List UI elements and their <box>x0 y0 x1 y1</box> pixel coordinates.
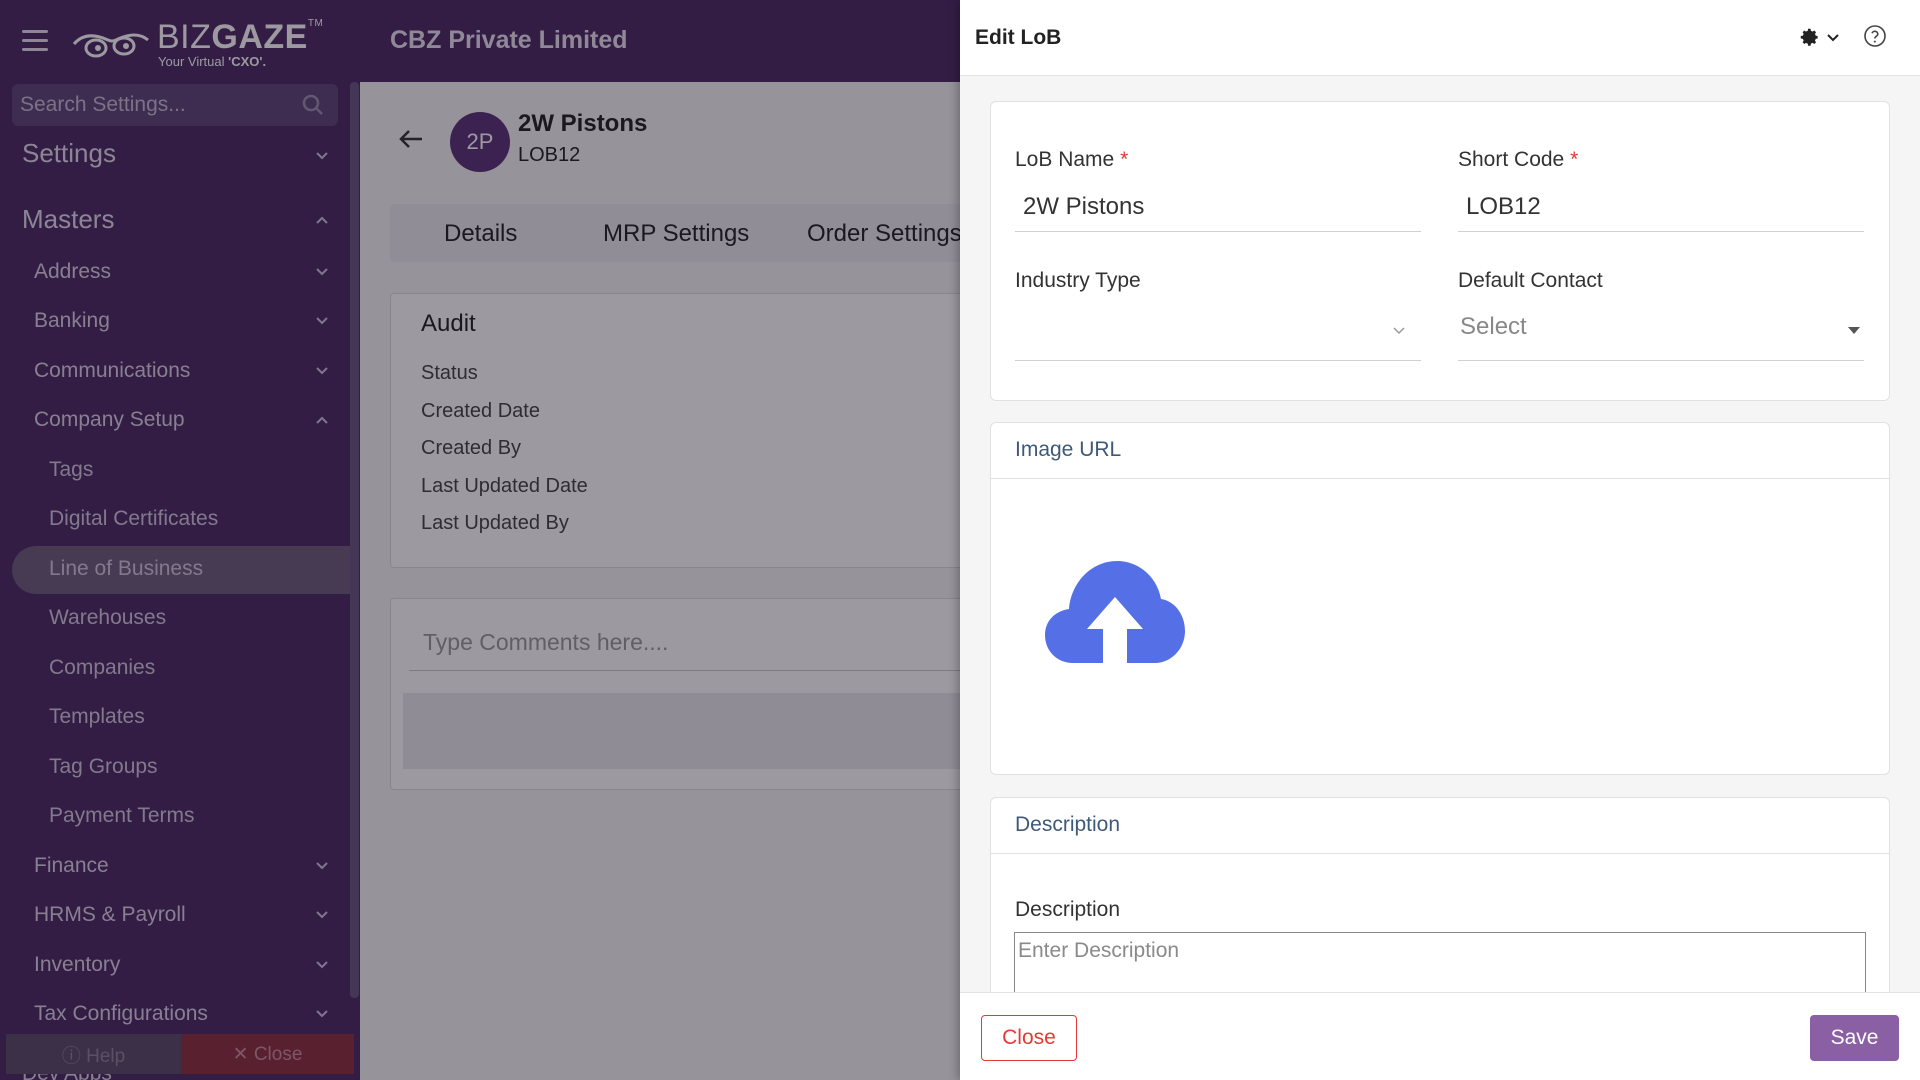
required-marker: * <box>1570 148 1579 171</box>
drawer-title: Edit LoB <box>975 26 1062 49</box>
default-contact-label: Default Contact <box>1458 269 1603 292</box>
cloud-upload-icon[interactable] <box>1043 559 1187 665</box>
chevron-down-icon <box>1393 327 1405 335</box>
edit-lob-drawer: Edit LoB LoB Name * Short Code * Industr… <box>960 0 1920 1080</box>
help-circle-icon[interactable] <box>1863 24 1887 48</box>
lob-name-label-text: LoB Name <box>1015 148 1115 171</box>
gear-icon[interactable] <box>1798 26 1820 48</box>
modal-overlay[interactable] <box>0 0 960 1080</box>
drawer-footer: Close Save <box>960 992 1920 1080</box>
chevron-down-icon[interactable] <box>1827 34 1839 42</box>
dropdown-caret-icon <box>1848 327 1860 334</box>
short-code-label-text: Short Code <box>1458 148 1565 171</box>
required-marker: * <box>1120 148 1129 171</box>
short-code-input[interactable] <box>1458 182 1864 232</box>
image-url-panel: Image URL <box>990 422 1890 775</box>
short-code-label: Short Code * <box>1458 148 1578 172</box>
image-url-title: Image URL <box>1015 438 1122 461</box>
description-section-title: Description <box>1015 813 1121 836</box>
lob-name-label: LoB Name * <box>1015 148 1128 172</box>
description-label: Description <box>1015 898 1121 921</box>
default-contact-value: Select <box>1460 313 1527 340</box>
description-header: Description <box>991 798 1889 854</box>
image-url-header: Image URL <box>991 423 1889 479</box>
lob-details-panel: LoB Name * Short Code * Industry Type De… <box>990 101 1890 401</box>
default-contact-select[interactable]: Select <box>1458 297 1864 361</box>
industry-type-select[interactable] <box>1015 297 1421 361</box>
industry-type-label: Industry Type <box>1015 269 1141 292</box>
close-button[interactable]: Close <box>981 1015 1077 1061</box>
drawer-header: Edit LoB <box>960 0 1920 76</box>
lob-name-input[interactable] <box>1015 182 1421 232</box>
save-button[interactable]: Save <box>1810 1015 1899 1061</box>
